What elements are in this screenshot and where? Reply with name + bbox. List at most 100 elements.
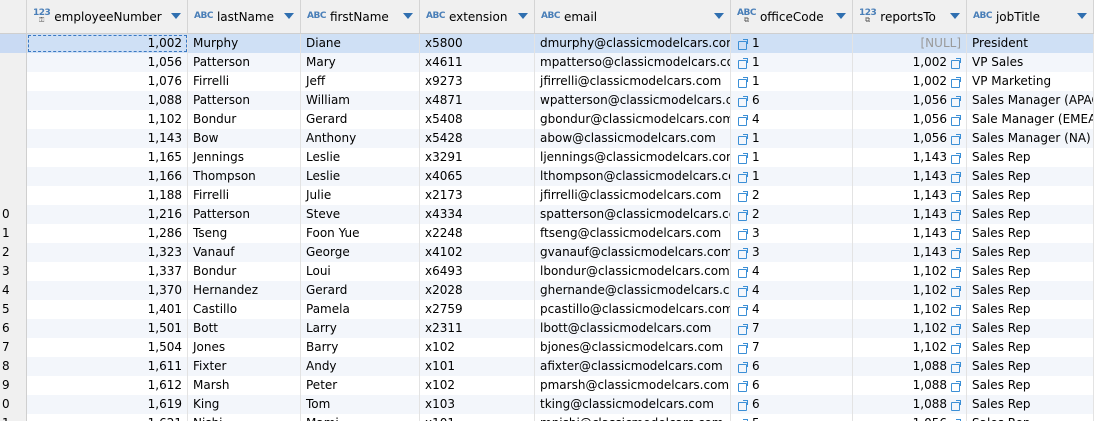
cell-jobTitle[interactable]: President [967, 34, 1094, 53]
cell-extension[interactable]: x5408 [420, 110, 535, 129]
cell-extension[interactable]: x6493 [420, 262, 535, 281]
cell-lastName[interactable]: Murphy [188, 34, 301, 53]
cell-firstName[interactable]: Anthony [301, 129, 420, 148]
column-header-reportsTo[interactable]: 123 ⧉ reportsTo [853, 0, 967, 33]
cell-jobTitle[interactable]: Sales Rep [967, 243, 1094, 262]
table-row[interactable]: 1,102 Bondur Gerard x5408 gbondur@classicmod… [0, 110, 1094, 129]
table-row[interactable]: 8 1,611 Fixter Andy x101 afixter@classicmodel… [0, 357, 1094, 376]
cell-extension[interactable]: x4611 [420, 53, 535, 72]
cell-jobTitle[interactable]: Sales Rep [967, 281, 1094, 300]
open-reference-icon[interactable] [951, 285, 961, 297]
table-row[interactable]: 1,088 Patterson William x4871 wpatterson@cla… [0, 91, 1094, 110]
cell-jobTitle[interactable]: VP Sales [967, 53, 1094, 72]
table-row[interactable]: 6 1,501 Bott Larry x2311 lbott@classicmodelca… [0, 319, 1094, 338]
open-reference-icon[interactable] [951, 247, 961, 259]
cell-lastName[interactable]: Bondur [188, 110, 301, 129]
cell-employeeNumber[interactable]: 1,002 [27, 34, 188, 53]
cell-lastName[interactable]: King [188, 395, 301, 414]
cell-reportsTo[interactable]: 1,143 [853, 167, 967, 186]
table-row[interactable]: 5 1,401 Castillo Pamela x2759 pcastillo@class… [0, 300, 1094, 319]
open-reference-icon[interactable] [738, 285, 748, 297]
cell-email[interactable]: pmarsh@classicmodelcars.com [535, 376, 731, 395]
cell-lastName[interactable]: Patterson [188, 53, 301, 72]
open-reference-icon[interactable] [951, 57, 961, 69]
row-number[interactable]: 7 [0, 338, 27, 357]
cell-email[interactable]: jfirrelli@classicmodelcars.com [535, 186, 731, 205]
open-reference-icon[interactable] [951, 152, 961, 164]
open-reference-icon[interactable] [951, 399, 961, 411]
sort-dropdown-icon[interactable] [836, 13, 846, 19]
cell-reportsTo[interactable]: 1,002 [853, 53, 967, 72]
row-number[interactable] [0, 91, 27, 110]
cell-email[interactable]: ljennings@classicmodelcars.com [535, 148, 731, 167]
cell-jobTitle[interactable]: Sales Rep [967, 319, 1094, 338]
cell-reportsTo[interactable]: 1,143 [853, 148, 967, 167]
cell-jobTitle[interactable]: Sales Rep [967, 262, 1094, 281]
open-reference-icon[interactable] [738, 76, 748, 88]
cell-jobTitle[interactable]: Sales Rep [967, 186, 1094, 205]
cell-officeCode[interactable]: 7 [731, 319, 853, 338]
cell-extension[interactable]: x2028 [420, 281, 535, 300]
cell-lastName[interactable]: Nishi [188, 414, 301, 421]
cell-employeeNumber[interactable]: 1,286 [27, 224, 188, 243]
cell-jobTitle[interactable]: Sales Rep [967, 338, 1094, 357]
cell-lastName[interactable]: Castillo [188, 300, 301, 319]
open-reference-icon[interactable] [951, 380, 961, 392]
table-row[interactable]: 1,002 Murphy Diane x5800 dmurphy@classicmode… [0, 34, 1094, 53]
cell-jobTitle[interactable]: Sales Rep [967, 395, 1094, 414]
open-reference-icon[interactable] [738, 247, 748, 259]
row-number[interactable] [0, 148, 27, 167]
cell-email[interactable]: tking@classicmodelcars.com [535, 395, 731, 414]
cell-jobTitle[interactable]: Sale Manager (EMEA) [967, 110, 1094, 129]
cell-reportsTo[interactable]: 1,143 [853, 205, 967, 224]
row-number[interactable]: 0 [0, 205, 27, 224]
cell-reportsTo[interactable]: 1,102 [853, 319, 967, 338]
open-reference-icon[interactable] [951, 114, 961, 126]
row-number[interactable] [0, 129, 27, 148]
row-number[interactable]: 0 [0, 395, 27, 414]
open-reference-icon[interactable] [738, 152, 748, 164]
cell-firstName[interactable]: Tom [301, 395, 420, 414]
cell-email[interactable]: mpatterso@classicmodelcars.com [535, 53, 731, 72]
open-reference-icon[interactable] [951, 266, 961, 278]
cell-email[interactable]: dmurphy@classicmodelcars.com [535, 34, 731, 53]
cell-email[interactable]: wpatterson@classicmodelcars.com [535, 91, 731, 110]
open-reference-icon[interactable] [738, 361, 748, 373]
cell-employeeNumber[interactable]: 1,612 [27, 376, 188, 395]
cell-officeCode[interactable]: 6 [731, 395, 853, 414]
cell-email[interactable]: abow@classicmodelcars.com [535, 129, 731, 148]
grid-body[interactable]: 1,002 Murphy Diane x5800 dmurphy@classicmode… [0, 34, 1094, 421]
table-row[interactable]: 1,166 Thompson Leslie x4065 lthompson@classi… [0, 167, 1094, 186]
row-number[interactable]: 9 [0, 376, 27, 395]
cell-officeCode[interactable]: 1 [731, 53, 853, 72]
cell-extension[interactable]: x4102 [420, 243, 535, 262]
cell-reportsTo[interactable]: 1,102 [853, 338, 967, 357]
table-row[interactable]: 3 1,337 Bondur Loui x6493 lbondur@classicmode… [0, 262, 1094, 281]
cell-officeCode[interactable]: 2 [731, 205, 853, 224]
row-number[interactable] [0, 167, 27, 186]
cell-firstName[interactable]: Pamela [301, 300, 420, 319]
cell-extension[interactable]: x102 [420, 376, 535, 395]
cell-employeeNumber[interactable]: 1,216 [27, 205, 188, 224]
cell-officeCode[interactable]: 1 [731, 167, 853, 186]
cell-firstName[interactable]: Barry [301, 338, 420, 357]
open-reference-icon[interactable] [951, 342, 961, 354]
cell-lastName[interactable]: Vanauf [188, 243, 301, 262]
cell-email[interactable]: bjones@classicmodelcars.com [535, 338, 731, 357]
cell-jobTitle[interactable]: Sales Rep [967, 300, 1094, 319]
row-number[interactable] [0, 72, 27, 91]
cell-extension[interactable]: x4871 [420, 91, 535, 110]
open-reference-icon[interactable] [951, 304, 961, 316]
sort-dropdown-icon[interactable] [714, 13, 724, 19]
cell-jobTitle[interactable]: Sales Rep [967, 224, 1094, 243]
cell-extension[interactable]: x3291 [420, 148, 535, 167]
open-reference-icon[interactable] [951, 95, 961, 107]
cell-firstName[interactable]: Gerard [301, 281, 420, 300]
cell-officeCode[interactable]: 1 [731, 34, 853, 53]
cell-reportsTo[interactable]: 1,102 [853, 300, 967, 319]
cell-firstName[interactable]: Jeff [301, 72, 420, 91]
column-header-lastName[interactable]: ABC lastName [188, 0, 301, 33]
open-reference-icon[interactable] [738, 342, 748, 354]
sort-dropdown-icon[interactable] [518, 13, 528, 19]
cell-employeeNumber[interactable]: 1,504 [27, 338, 188, 357]
